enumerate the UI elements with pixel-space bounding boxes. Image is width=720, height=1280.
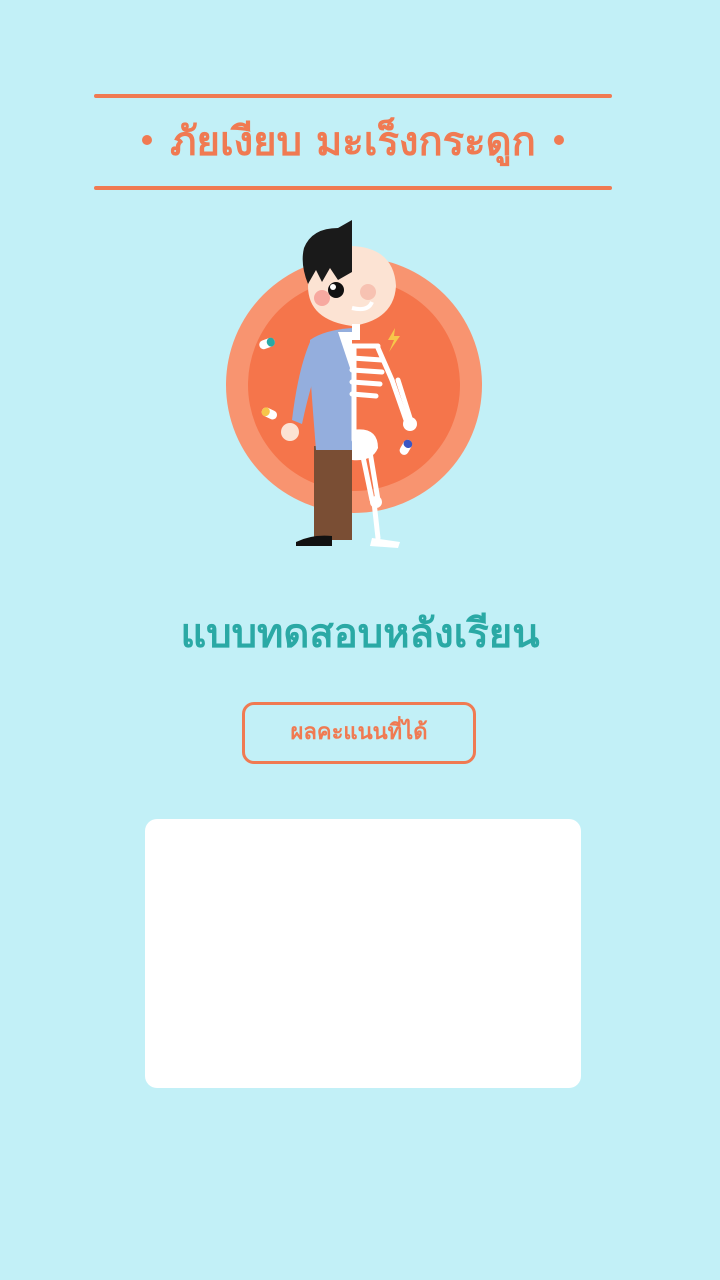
header-title-row: ภัยเงียบ มะเร็งกระดูก xyxy=(94,116,612,168)
header-top-rule xyxy=(94,94,612,98)
skeleton-human-icon xyxy=(226,220,482,548)
bullet-left-icon xyxy=(142,135,153,145)
score-result-button[interactable]: ผลคะแนนที่ได้ xyxy=(242,702,476,764)
header-bottom-rule xyxy=(94,186,612,190)
score-panel xyxy=(145,819,581,1088)
header-frame: ภัยเงียบ มะเร็งกระดูก xyxy=(94,92,612,192)
page-title: แบบทดสอบหลังเรียน xyxy=(180,611,540,657)
app-title: ภัยเงียบ มะเร็งกระดูก xyxy=(170,119,536,165)
hero-illustration xyxy=(212,210,502,560)
bullet-right-icon xyxy=(553,135,564,145)
